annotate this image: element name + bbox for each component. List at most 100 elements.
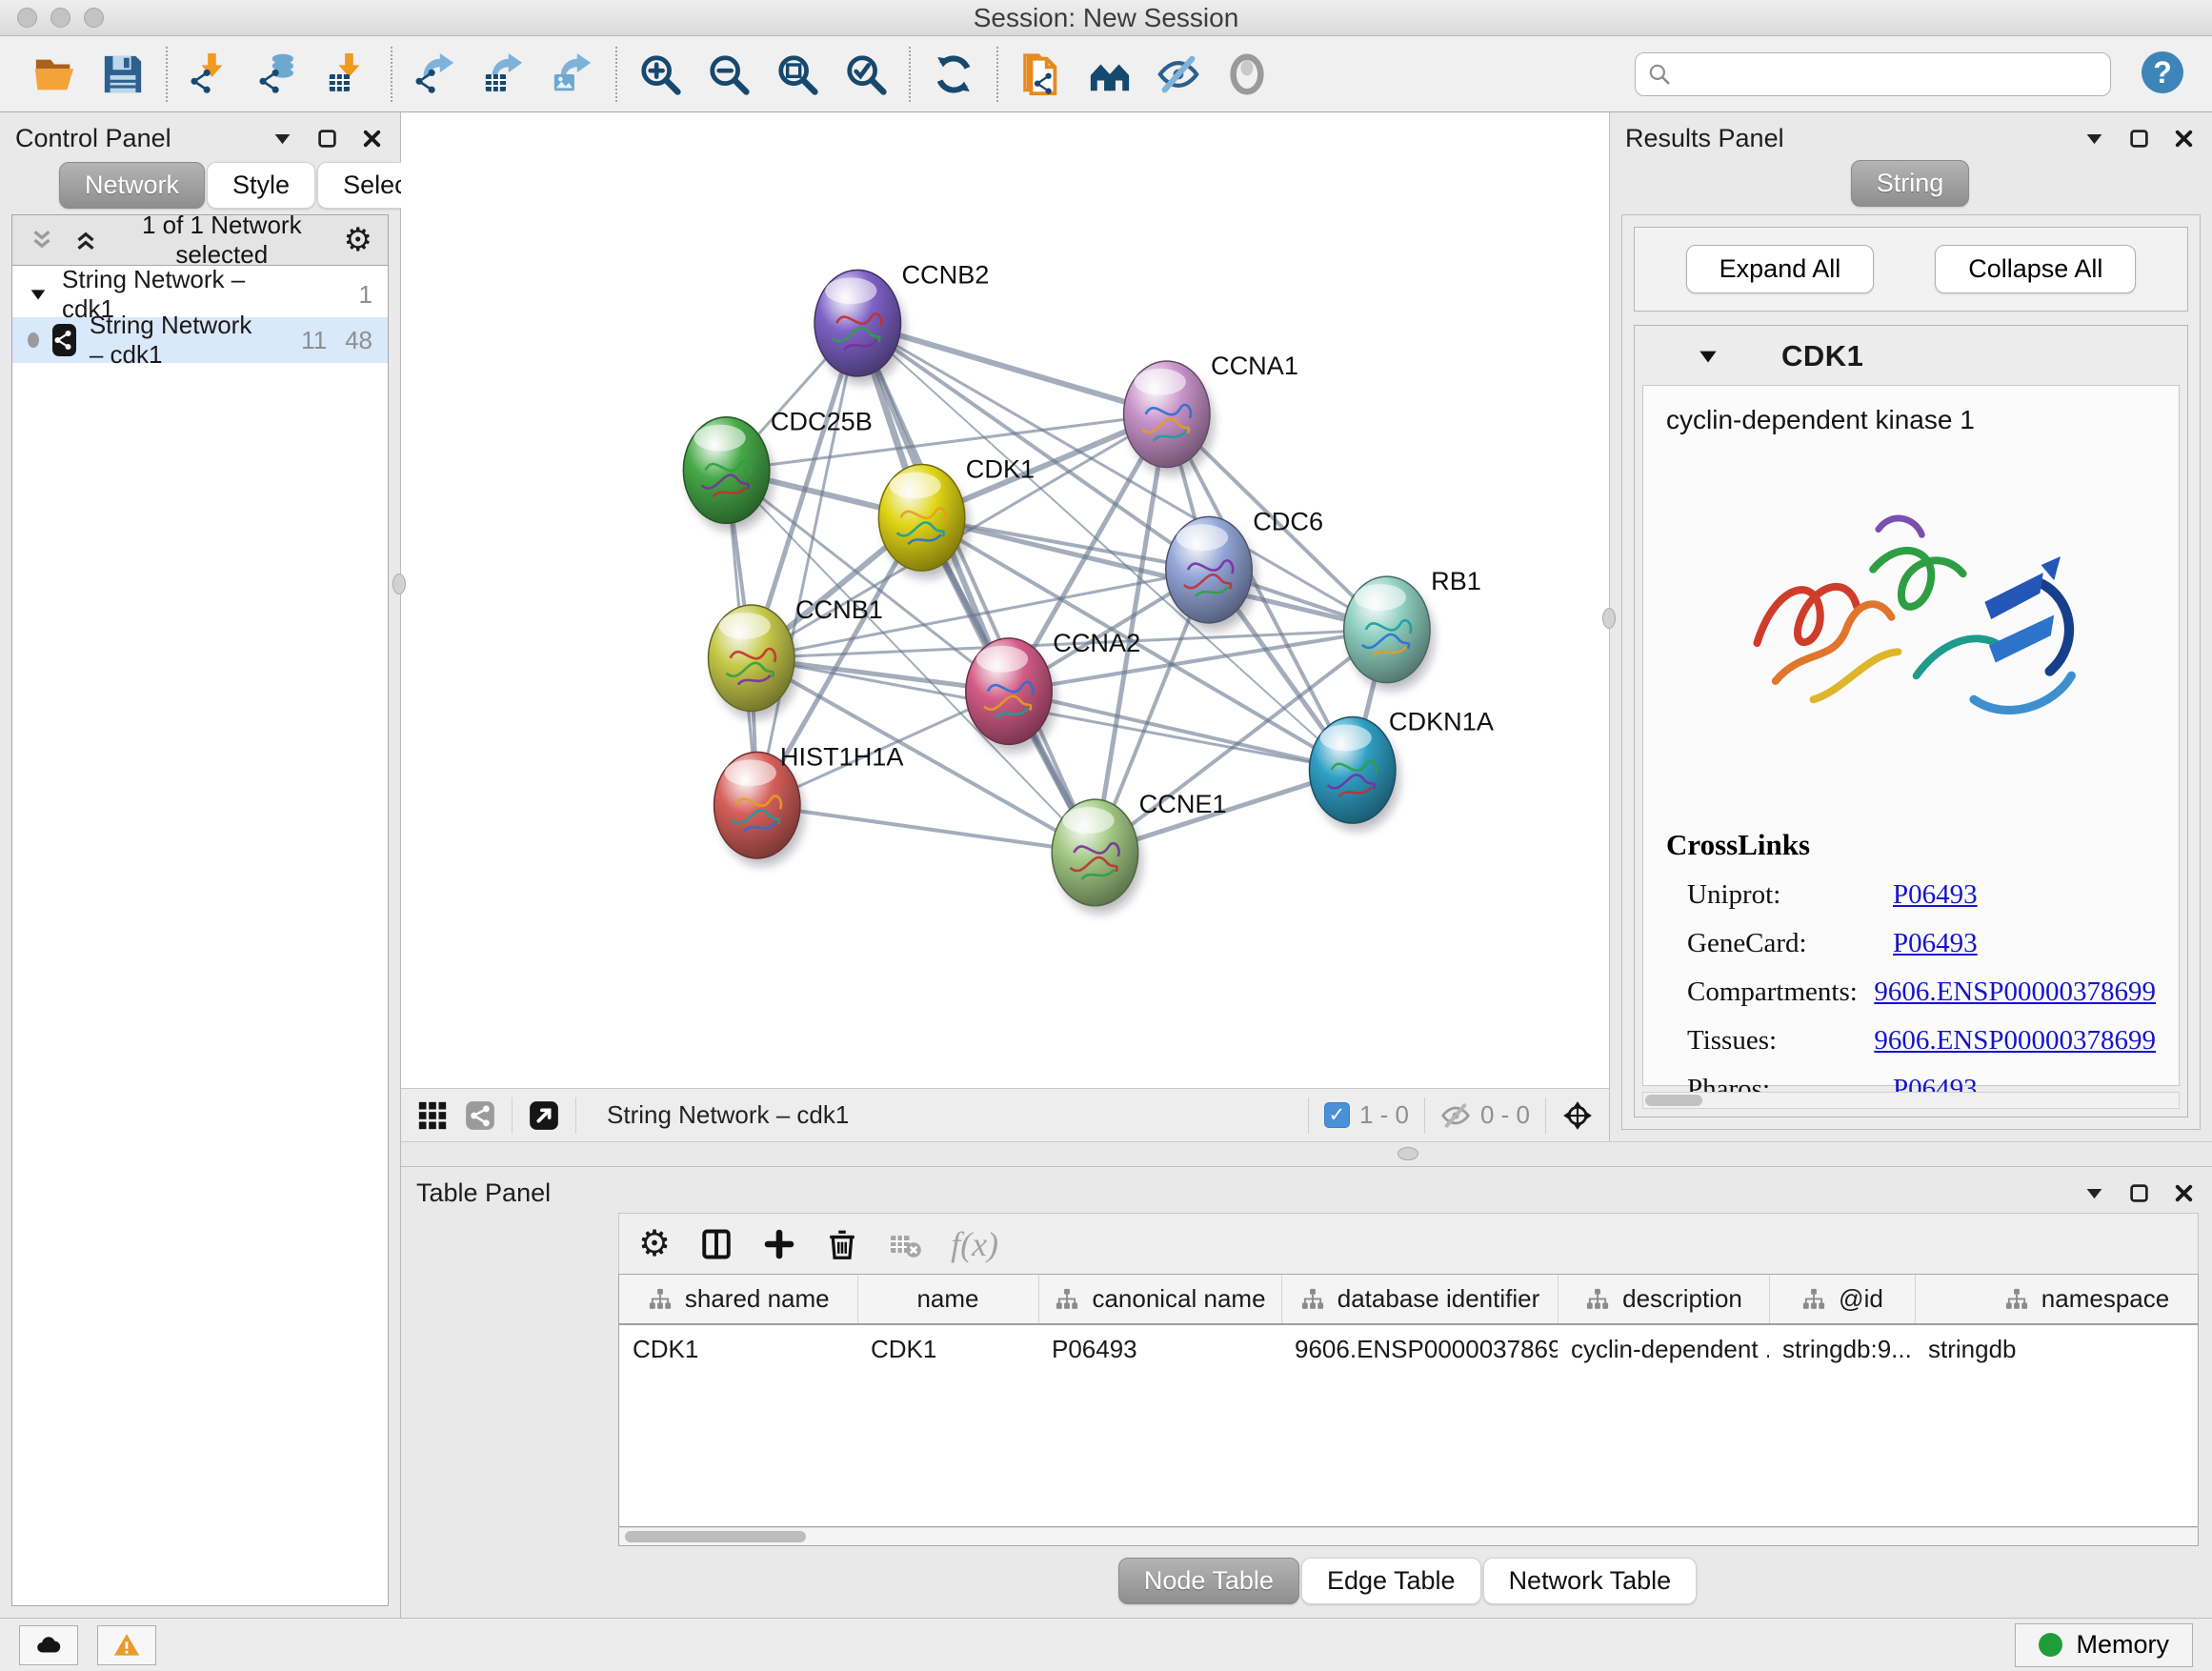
save-session-button[interactable] (95, 47, 151, 102)
panel-close-icon[interactable] (2171, 126, 2197, 151)
delete-column-trash-icon[interactable] (825, 1227, 859, 1261)
network-options-gear-icon[interactable]: ⚙ (344, 221, 372, 259)
column-header-description[interactable]: description (1558, 1275, 1769, 1324)
scrollbar-thumb[interactable] (1645, 1095, 1702, 1106)
network-edge[interactable] (757, 805, 1096, 853)
crosslink-link[interactable]: P06493 (1893, 879, 1978, 911)
column-header--id[interactable]: @id (1769, 1275, 1915, 1324)
show-columns-icon[interactable] (699, 1227, 734, 1261)
table-cell[interactable]: 9606.ENSP00000378699 (1281, 1324, 1558, 1374)
zoom-selected-button[interactable] (838, 47, 894, 102)
selected-checkbox-icon[interactable]: ✓ (1324, 1102, 1350, 1128)
right-splitter-grip[interactable] (1602, 608, 1616, 629)
network-node-CDC6[interactable]: CDC6 (1166, 507, 1323, 630)
network-edge[interactable] (757, 323, 857, 805)
panel-close-icon[interactable] (359, 126, 385, 151)
network-node-CCNB1[interactable]: CCNB1 (709, 595, 883, 718)
network-edge[interactable] (1009, 692, 1353, 771)
help-button[interactable]: ? (2140, 50, 2185, 98)
expand-all-networks-icon[interactable] (71, 226, 100, 254)
table-horizontal-scrollbar[interactable] (618, 1527, 2199, 1546)
crosslink-link[interactable]: 9606.ENSP00000378699 (1874, 976, 2156, 1008)
tab-node-table[interactable]: Node Table (1118, 1558, 1299, 1604)
network-node-CDKN1A[interactable]: CDKN1A (1310, 708, 1494, 831)
collapse-all-button[interactable]: Collapse All (1935, 245, 2136, 293)
search-input[interactable] (1681, 59, 2099, 89)
function-builder-icon[interactable]: f(x) (951, 1224, 998, 1264)
delete-table-icon[interactable] (888, 1227, 922, 1261)
tab-edge-table[interactable]: Edge Table (1301, 1558, 1481, 1604)
network-overview-button[interactable] (464, 1099, 496, 1132)
zoom-out-button[interactable] (701, 47, 756, 102)
first-neighbors-button[interactable] (1082, 47, 1137, 102)
horizontal-splitter-grip[interactable] (1398, 1147, 1418, 1160)
zoom-fit-button[interactable] (770, 47, 825, 102)
panel-menu-icon[interactable] (2081, 1180, 2107, 1206)
results-horizontal-scrollbar[interactable] (1642, 1092, 2180, 1109)
column-header-name[interactable]: name (857, 1275, 1038, 1324)
warnings-button[interactable] (97, 1625, 156, 1665)
network-canvas[interactable]: CCNB2CCNA1CDC25BCDK1CDC6RB1CCNB1CCNA2CDK… (401, 112, 1609, 1088)
import-network-from-file-button[interactable] (183, 47, 238, 102)
tab-network-table[interactable]: Network Table (1483, 1558, 1698, 1604)
table-cell[interactable]: CDK1 (619, 1324, 857, 1374)
horizontal-splitter[interactable] (401, 1141, 2212, 1166)
panel-float-icon[interactable] (314, 126, 340, 151)
cloud-status-button[interactable] (19, 1625, 78, 1665)
network-node-RB1[interactable]: RB1 (1344, 567, 1481, 690)
panel-float-icon[interactable] (2126, 1180, 2152, 1206)
tab-string[interactable]: String (1851, 160, 1970, 207)
crosslink-link[interactable]: 9606.ENSP00000378699 (1874, 1025, 2156, 1057)
network-from-selection-button[interactable] (1014, 47, 1069, 102)
close-window-button[interactable] (17, 8, 37, 28)
table-row[interactable]: CDK1CDK1P064939606.ENSP00000378699cyclin… (619, 1324, 2199, 1374)
tab-style[interactable]: Style (207, 162, 315, 209)
gene-entry-header[interactable]: CDK1 (1635, 326, 2187, 385)
panel-float-icon[interactable] (2126, 126, 2152, 151)
refresh-view-button[interactable] (926, 47, 981, 102)
table-cell[interactable]: CDK1 (857, 1324, 1038, 1374)
column-header-database-identifier[interactable]: database identifier (1281, 1275, 1558, 1324)
panel-close-icon[interactable] (2171, 1180, 2197, 1206)
fit-selected-button[interactable] (1561, 1099, 1594, 1132)
tab-network[interactable]: Network (59, 162, 205, 209)
attribute-table[interactable]: shared namenamecanonical namedatabase id… (619, 1275, 2199, 1374)
panel-menu-icon[interactable] (270, 126, 295, 151)
table-scrollbar-thumb[interactable] (625, 1531, 806, 1542)
table-cell[interactable]: stringdb (1915, 1324, 2199, 1374)
memory-button[interactable]: Memory (2015, 1623, 2193, 1667)
table-cell[interactable]: P06493 (1038, 1324, 1281, 1374)
column-header-shared-name[interactable]: shared name (619, 1275, 857, 1324)
open-in-new-window-button[interactable] (528, 1099, 560, 1132)
zoom-in-button[interactable] (633, 47, 688, 102)
network-node-CDC25B[interactable]: CDC25B (683, 408, 872, 531)
column-header-canonical-name[interactable]: canonical name (1038, 1275, 1281, 1324)
crosslink-link[interactable]: P06493 (1893, 928, 1978, 959)
network-node-HIST1H1A[interactable]: HIST1H1A (714, 742, 904, 865)
grid-view-button[interactable] (416, 1099, 449, 1132)
network-node-CDK1[interactable]: CDK1 (878, 455, 1035, 578)
network-row[interactable]: String Network – cdk1 11 48 (12, 317, 388, 363)
expand-all-button[interactable]: Expand All (1686, 245, 1875, 293)
show-all-button[interactable] (1219, 47, 1275, 102)
network-edge[interactable] (857, 323, 1095, 853)
export-table-button[interactable] (476, 47, 532, 102)
column-header-namespace[interactable]: namespace (1915, 1275, 2199, 1324)
table-cell[interactable]: stringdb:9... (1769, 1324, 1915, 1374)
table-settings-gear-icon[interactable]: ⚙ (638, 1226, 671, 1262)
open-session-button[interactable] (27, 47, 82, 102)
tree-caret-down-icon[interactable] (28, 284, 49, 305)
export-image-button[interactable] (545, 47, 600, 102)
network-node-CCNE1[interactable]: CCNE1 (1052, 790, 1226, 913)
hide-selected-button[interactable] (1151, 47, 1206, 102)
export-network-button[interactable] (408, 47, 463, 102)
minimize-window-button[interactable] (50, 8, 70, 28)
import-network-from-database-button[interactable] (251, 47, 307, 102)
maximize-window-button[interactable] (84, 8, 104, 28)
import-table-button[interactable] (320, 47, 375, 102)
left-splitter-grip[interactable] (392, 574, 406, 594)
panel-menu-icon[interactable] (2081, 126, 2107, 151)
table-cell[interactable]: cyclin-dependent ... (1558, 1324, 1769, 1374)
collapse-all-networks-icon[interactable] (28, 226, 56, 254)
entry-caret-down-icon[interactable] (1696, 344, 1720, 369)
